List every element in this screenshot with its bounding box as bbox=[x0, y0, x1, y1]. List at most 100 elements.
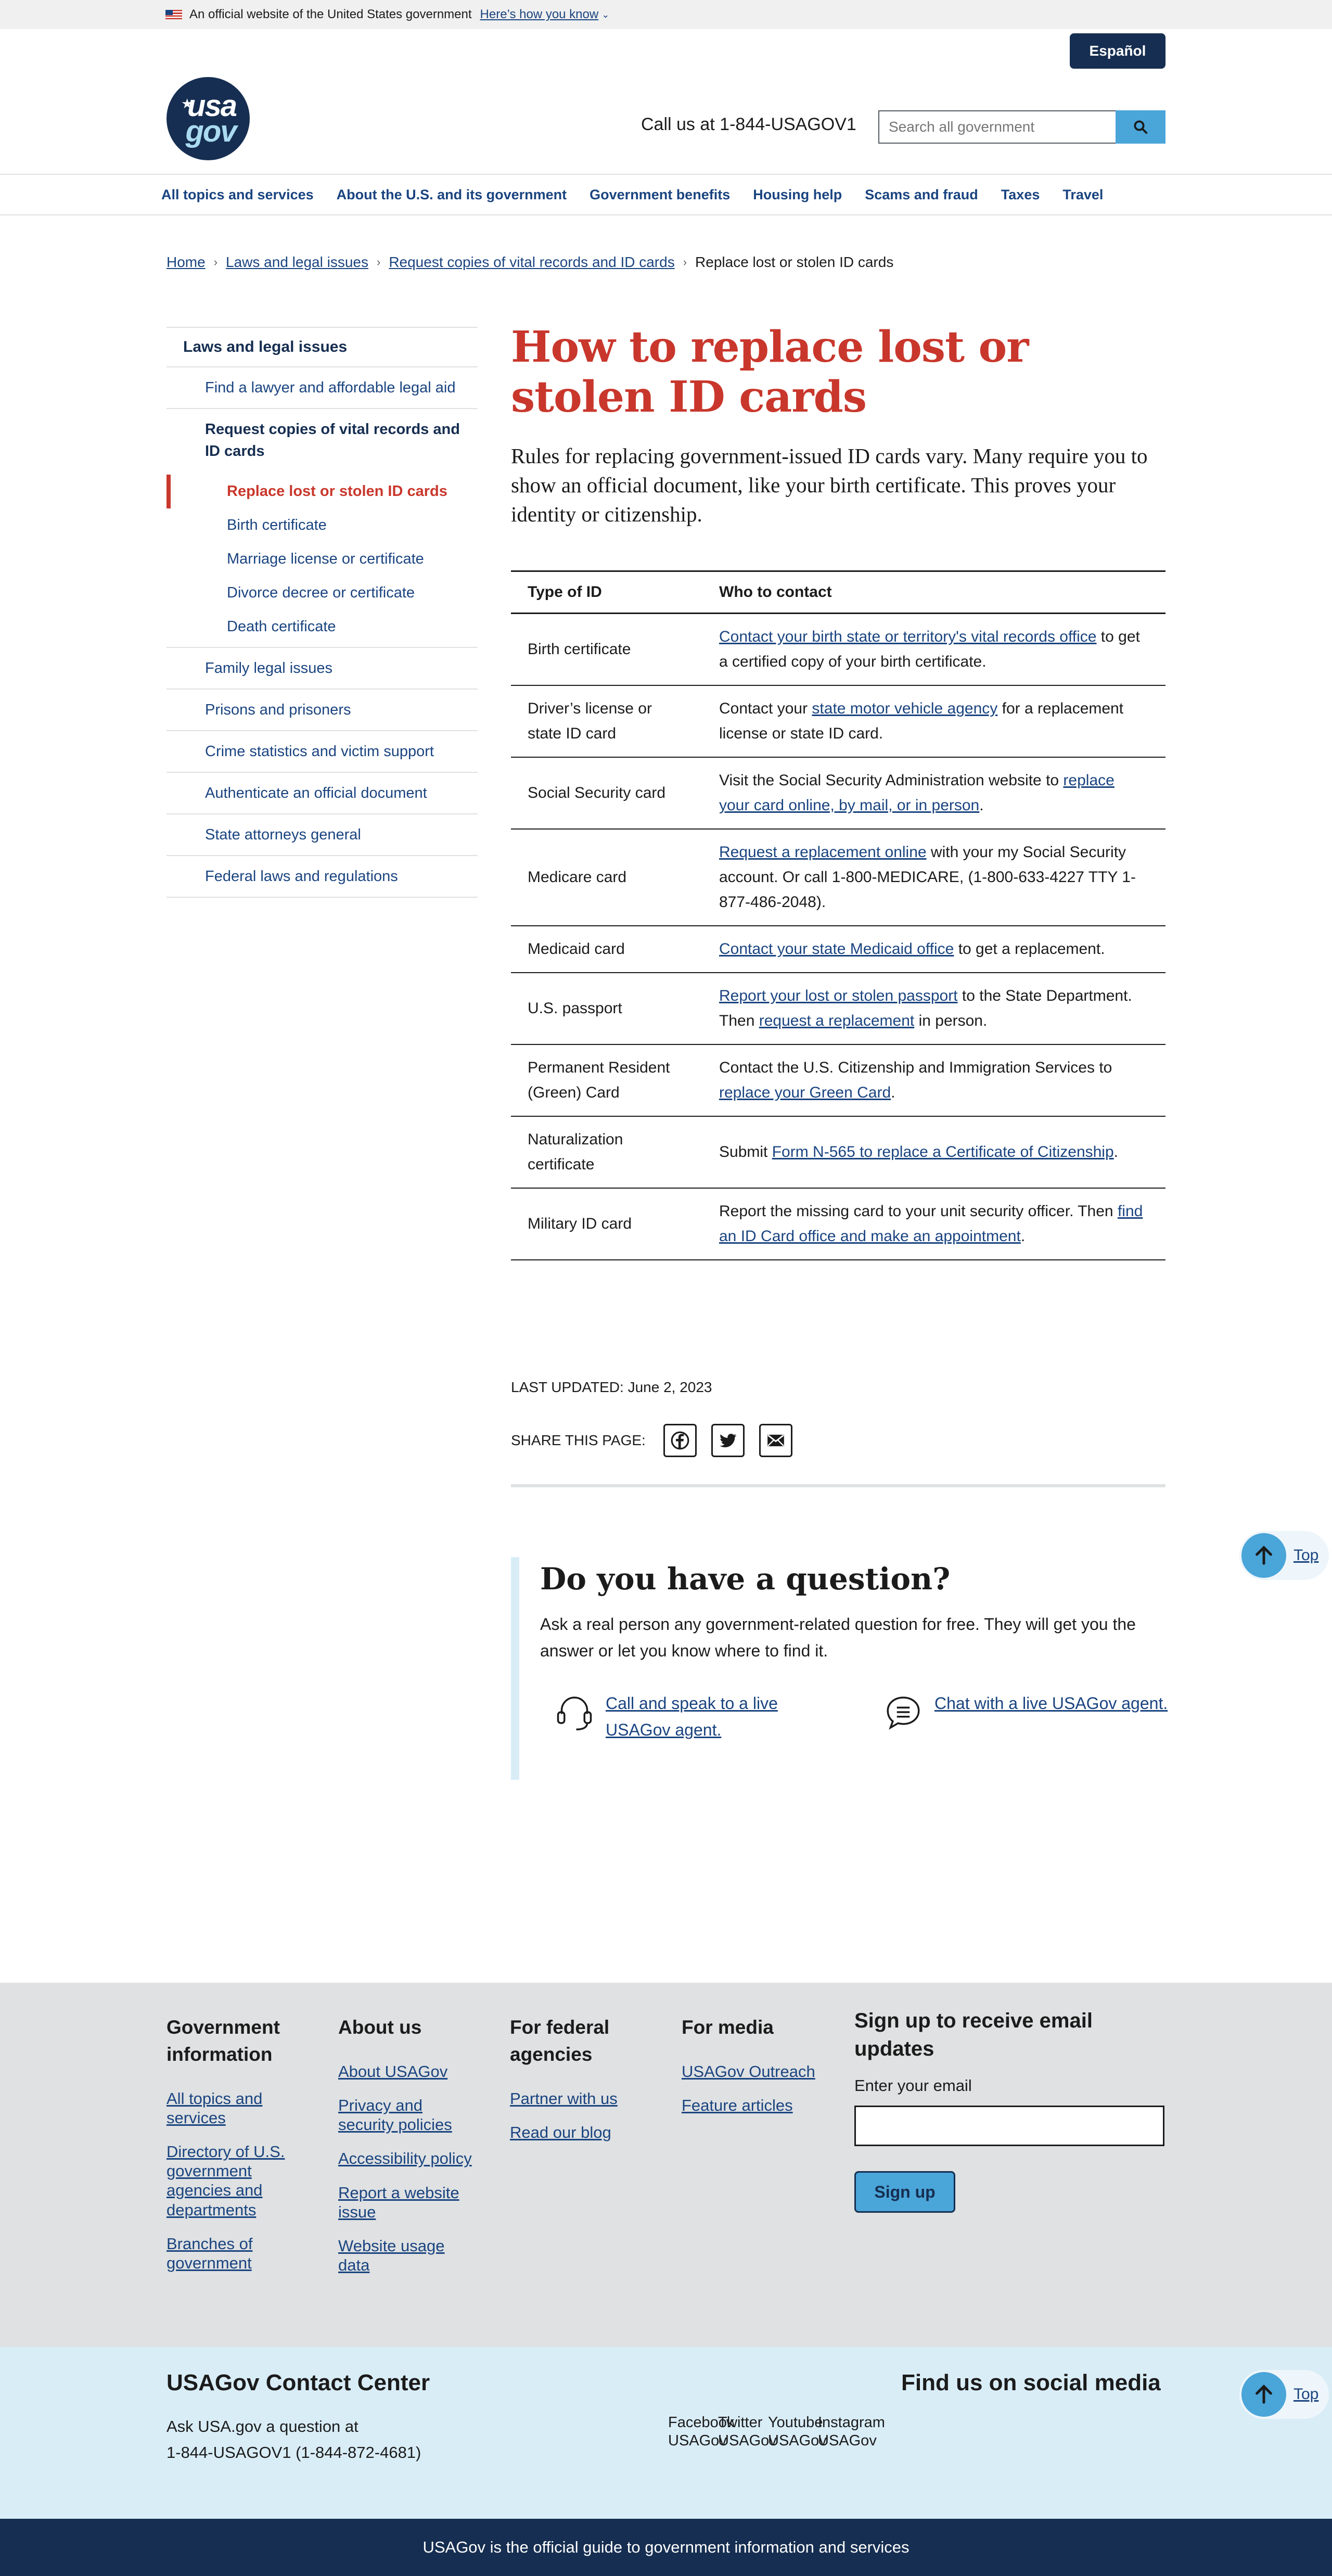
sidebar-item-vital-records[interactable]: Request copies of vital records and ID c… bbox=[166, 409, 478, 471]
table-header-row: Type of ID Who to contact bbox=[511, 570, 1166, 615]
search-input[interactable] bbox=[878, 110, 1116, 144]
twitter-link[interactable]: Twitter USAGov bbox=[718, 2414, 777, 2450]
email-icon bbox=[767, 1434, 784, 1447]
sign-up-button[interactable]: Sign up bbox=[854, 2171, 955, 2213]
sidebar-item-replace-id[interactable]: Replace lost or stolen ID cards bbox=[166, 475, 478, 509]
sidebar-item-attorneys[interactable]: State attorneys general bbox=[166, 814, 478, 857]
social-label: USAGov bbox=[668, 2432, 727, 2449]
sidebar-item-federal-laws[interactable]: Federal laws and regulations bbox=[166, 856, 478, 898]
request-replacement-link[interactable]: request a replacement bbox=[759, 1012, 915, 1029]
footer-col-agencies: For federal agencies Partner with us Rea… bbox=[510, 2014, 650, 2157]
footer-link[interactable]: Feature articles bbox=[682, 2096, 793, 2114]
call-agent-link[interactable]: Call and speak to a live USAGov agent. bbox=[606, 1690, 823, 1743]
nav-about-us-government[interactable]: About the U.S. and its government bbox=[337, 187, 567, 203]
id-type: Military ID card bbox=[511, 1188, 702, 1261]
chevron-down-icon: ⌄ bbox=[601, 9, 610, 20]
facebook-icon bbox=[671, 1431, 689, 1450]
contact-link[interactable]: Report your lost or stolen passport bbox=[719, 987, 958, 1004]
sidebar-item-prisons[interactable]: Prisons and prisoners bbox=[166, 690, 478, 732]
footer-link[interactable]: Directory of U.S. government agencies an… bbox=[166, 2143, 285, 2219]
sidebar-item-find-lawyer[interactable]: Find a lawyer and affordable legal aid bbox=[166, 367, 478, 410]
id-type: Driver’s license or state ID card bbox=[511, 685, 702, 758]
footer-link[interactable]: USAGov Outreach bbox=[682, 2062, 815, 2081]
share-facebook-button[interactable] bbox=[663, 1424, 697, 1457]
contact-link[interactable]: replace your Green Card bbox=[719, 1084, 891, 1101]
chevron-right-icon: › bbox=[376, 256, 381, 269]
footer-col-about: About us About USAGov Privacy and securi… bbox=[338, 2014, 479, 2289]
contact-text: Submit bbox=[719, 1143, 772, 1161]
email-field[interactable] bbox=[854, 2106, 1164, 2146]
breadcrumb-vital-records[interactable]: Request copies of vital records and ID c… bbox=[389, 254, 674, 271]
footer-link[interactable]: Read our blog bbox=[510, 2123, 611, 2141]
footer-link[interactable]: Accessibility policy bbox=[338, 2149, 472, 2167]
chat-agent: Chat with a live USAGov agent. bbox=[881, 1690, 1173, 1734]
contact-cell: Contact your birth state or territory's … bbox=[702, 613, 1166, 686]
contact-text: to get a replacement. bbox=[954, 940, 1105, 958]
footer-tagline: USAGov is the official guide to governme… bbox=[0, 2519, 1332, 2576]
back-to-top-button[interactable]: Top bbox=[1239, 1531, 1329, 1580]
contact-link[interactable]: Form N-565 to replace a Certificate of C… bbox=[772, 1143, 1114, 1161]
share-email-button[interactable] bbox=[759, 1424, 792, 1457]
back-to-top-button[interactable]: Top bbox=[1239, 2370, 1329, 2419]
top-label: Top bbox=[1293, 1547, 1319, 1564]
nav-taxes[interactable]: Taxes bbox=[1001, 187, 1040, 203]
footer-link[interactable]: Report a website issue bbox=[338, 2184, 459, 2221]
contact-link[interactable]: state motor vehicle agency bbox=[812, 700, 997, 717]
nav-travel[interactable]: Travel bbox=[1062, 187, 1103, 203]
share-twitter-button[interactable] bbox=[711, 1424, 745, 1457]
footer-link[interactable]: Website usage data bbox=[338, 2237, 445, 2274]
nav-scams-and-fraud[interactable]: Scams and fraud bbox=[865, 187, 978, 203]
contact-cell: Request a replacement online with your m… bbox=[702, 829, 1166, 927]
contact-text: Visit the Social Security Administration… bbox=[719, 772, 1064, 789]
breadcrumb: Home › Laws and legal issues › Request c… bbox=[166, 254, 893, 271]
footer-link[interactable]: Branches of government bbox=[166, 2235, 252, 2272]
contact-text: . bbox=[979, 797, 984, 814]
sidebar-item-laws[interactable]: Laws and legal issues bbox=[166, 327, 478, 367]
sidebar-sub-list: Replace lost or stolen ID cards Birth ce… bbox=[166, 471, 478, 648]
breadcrumb-home[interactable]: Home bbox=[166, 254, 206, 271]
footer-link[interactable]: All topics and services bbox=[166, 2089, 262, 2127]
breadcrumb-laws[interactable]: Laws and legal issues bbox=[226, 254, 368, 271]
contact-link[interactable]: Request a replacement online bbox=[719, 844, 927, 861]
espanol-button[interactable]: Español bbox=[1070, 33, 1166, 69]
footer-heading: Government information bbox=[166, 2017, 280, 2065]
contact-link[interactable]: Contact your state Medicaid office bbox=[719, 940, 954, 958]
footer-link[interactable]: About USAGov bbox=[338, 2062, 447, 2081]
social-label: Youtube bbox=[768, 2414, 823, 2431]
table-row: Driver’s license or state ID card Contac… bbox=[511, 685, 1166, 758]
column-header-type: Type of ID bbox=[511, 570, 702, 615]
instagram-link[interactable]: Instagram USAGov bbox=[818, 2414, 885, 2450]
signup-heading: Sign up to receive email updates bbox=[854, 2009, 1093, 2060]
youtube-link[interactable]: Youtube USAGov bbox=[768, 2414, 827, 2450]
usagov-logo[interactable]: ★ usa gov bbox=[166, 77, 250, 160]
social-label: Instagram bbox=[818, 2414, 885, 2431]
chevron-right-icon: › bbox=[683, 256, 687, 269]
heres-how-you-know-link[interactable]: Here’s how you know bbox=[480, 7, 599, 22]
sidebar-item-crime-stats[interactable]: Crime statistics and victim support bbox=[166, 731, 478, 773]
contact-text: . bbox=[1020, 1228, 1026, 1245]
sidebar-item-birth-certificate[interactable]: Birth certificate bbox=[166, 508, 478, 542]
nav-government-benefits[interactable]: Government benefits bbox=[590, 187, 730, 203]
id-type: Birth certificate bbox=[511, 613, 702, 686]
sidebar-item-authenticate[interactable]: Authenticate an official document bbox=[166, 773, 478, 815]
chat-agent-link[interactable]: Chat with a live USAGov agent. bbox=[934, 1690, 1168, 1717]
star-icon: ★ bbox=[181, 96, 194, 111]
call-us-text: Call us at 1-844-USAGOV1 bbox=[641, 114, 856, 134]
footer-heading: About us bbox=[338, 2017, 422, 2038]
sidebar-item-family-legal[interactable]: Family legal issues bbox=[166, 648, 478, 690]
sidebar-item-death-certificate[interactable]: Death certificate bbox=[166, 610, 478, 644]
facebook-link[interactable]: Facebook USAGov bbox=[668, 2414, 734, 2450]
search-button[interactable] bbox=[1116, 110, 1166, 144]
contact-cell: Contact the U.S. Citizenship and Immigra… bbox=[702, 1044, 1166, 1117]
contact-link[interactable]: Contact your birth state or territory's … bbox=[719, 628, 1096, 645]
nav-housing-help[interactable]: Housing help bbox=[753, 187, 842, 203]
footer-link[interactable]: Privacy and security policies bbox=[338, 2096, 452, 2134]
footer-col-media: For media USAGov Outreach Feature articl… bbox=[682, 2014, 838, 2129]
footer-link[interactable]: Partner with us bbox=[510, 2089, 618, 2108]
page-title: How to replace lost or stolen ID cards bbox=[511, 322, 1029, 422]
table-row: Medicare card Request a replacement onli… bbox=[511, 829, 1166, 927]
nav-all-topics[interactable]: All topics and services bbox=[161, 187, 314, 203]
sidebar-item-divorce[interactable]: Divorce decree or certificate bbox=[166, 576, 478, 610]
sidebar-item-marriage[interactable]: Marriage license or certificate bbox=[166, 542, 478, 576]
chevron-right-icon: › bbox=[213, 256, 218, 269]
